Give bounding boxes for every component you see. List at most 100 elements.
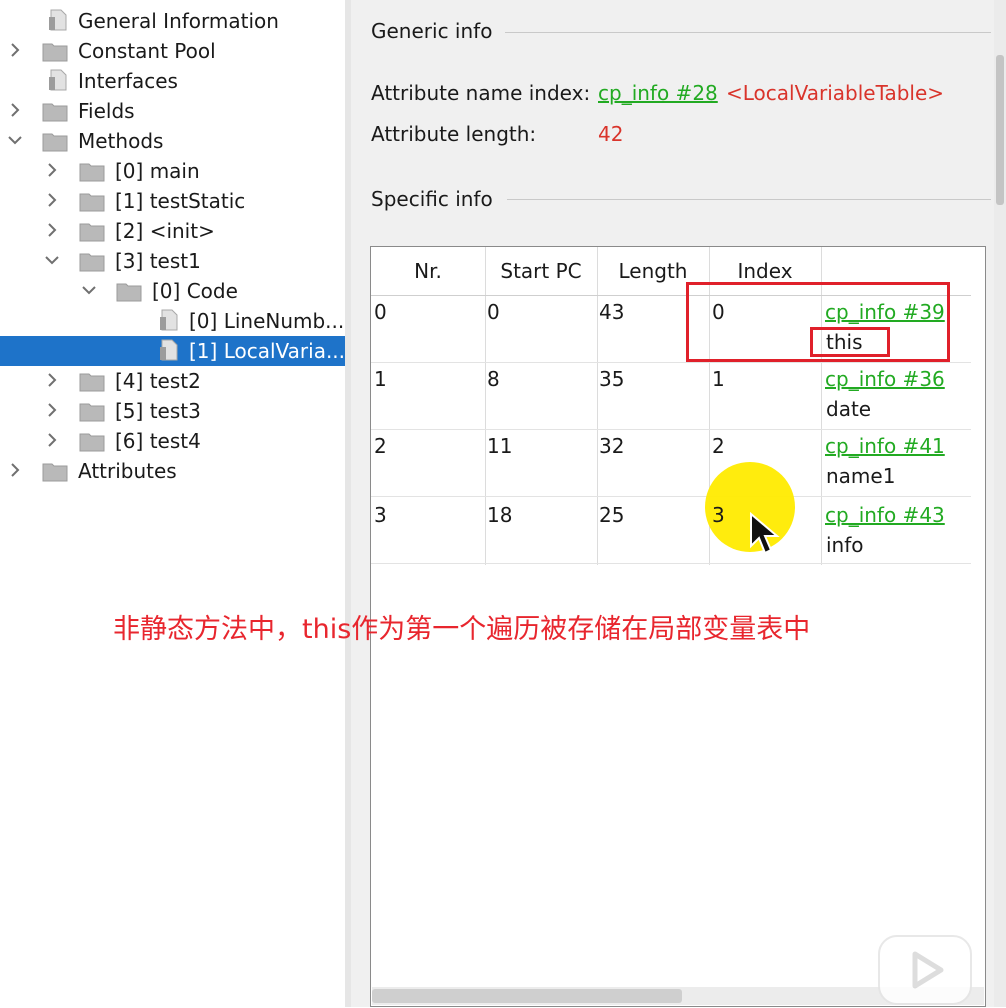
tree-item[interactable]: [5] test3: [0, 396, 345, 426]
column-header-nr[interactable]: Nr.: [371, 247, 485, 295]
folder-icon: [116, 282, 142, 302]
chevron-right-icon[interactable]: [8, 103, 22, 117]
tree-item[interactable]: [0] LineNumb...: [0, 306, 345, 336]
chevron-right-icon[interactable]: [45, 403, 59, 417]
attribute-length-value: 42: [598, 122, 624, 146]
row-divider: [371, 496, 971, 497]
cell-cp-info-link[interactable]: cp_info #36: [825, 367, 945, 391]
folder-icon: [79, 402, 105, 422]
cell-start-pc: 0: [487, 300, 500, 324]
cell-index: 3: [712, 503, 725, 527]
chevron-down-icon[interactable]: [82, 283, 96, 297]
attribute-name-index-link[interactable]: cp_info #28: [598, 81, 718, 105]
cell-variable-name: info: [826, 533, 864, 557]
tree-item-label: Interfaces: [78, 69, 178, 93]
tree-item[interactable]: Interfaces: [0, 66, 345, 96]
cell-nr: 2: [374, 434, 387, 458]
tree-item-label: [0] Code: [152, 279, 238, 303]
chevron-right-icon[interactable]: [45, 373, 59, 387]
cell-length: 25: [599, 503, 625, 527]
tree-item-label: [4] test2: [115, 369, 201, 393]
row-divider: [371, 563, 971, 564]
tree-item[interactable]: [0] Code: [0, 276, 345, 306]
cell-variable-name: date: [826, 397, 872, 421]
specific-info-title: Specific info: [371, 187, 493, 211]
attribute-name-value: <LocalVariableTable>: [726, 81, 945, 105]
file-icon: [46, 69, 68, 91]
tree-item[interactable]: Constant Pool: [0, 36, 345, 66]
tree-item[interactable]: [3] test1: [0, 246, 345, 276]
cell-length: 43: [599, 300, 625, 324]
horizontal-scrollbar-thumb[interactable]: [372, 989, 682, 1003]
attribute-length-label: Attribute length:: [371, 122, 537, 146]
file-icon: [157, 339, 179, 361]
folder-icon: [42, 102, 68, 122]
tree-item[interactable]: General Information: [0, 6, 345, 36]
chevron-right-icon[interactable]: [8, 463, 22, 477]
tree-item-label: [6] test4: [115, 429, 201, 453]
generic-info-divider: [505, 32, 991, 33]
tree-item[interactable]: [1] LocalVaria...: [0, 336, 345, 366]
cell-cp-info-link[interactable]: cp_info #41: [825, 434, 945, 458]
cell-nr: 0: [374, 300, 387, 324]
tree-item[interactable]: [1] testStatic: [0, 186, 345, 216]
cell-start-pc: 18: [487, 503, 513, 527]
tree-item[interactable]: Attributes: [0, 456, 345, 486]
tree-item-label: Methods: [78, 129, 164, 153]
cell-start-pc: 8: [487, 367, 500, 391]
chevron-right-icon[interactable]: [45, 193, 59, 207]
cell-length: 32: [599, 434, 625, 458]
folder-icon: [79, 252, 105, 272]
tree-item[interactable]: [2] <init>: [0, 216, 345, 246]
tree-item[interactable]: [6] test4: [0, 426, 345, 456]
tree-panel: General Information Constant Pool Interfac…: [0, 0, 345, 1007]
tree-item[interactable]: Methods: [0, 126, 345, 156]
folder-icon: [79, 192, 105, 212]
tree-item-label: [2] <init>: [115, 219, 215, 243]
chevron-right-icon[interactable]: [45, 223, 59, 237]
cell-index: 1: [712, 367, 725, 391]
tree-item[interactable]: [0] main: [0, 156, 345, 186]
tree-item[interactable]: Fields: [0, 96, 345, 126]
tree-item[interactable]: [4] test2: [0, 366, 345, 396]
tree-item-label: General Information: [78, 9, 279, 33]
annotation-caption: 非静态方法中，this作为第一个遍历被存储在局部变量表中: [113, 614, 811, 645]
row-divider: [371, 362, 971, 363]
cell-cp-info-link[interactable]: cp_info #43: [825, 503, 945, 527]
cell-variable-name: name1: [826, 464, 896, 488]
attribute-name-index-label: Attribute name index:: [371, 81, 591, 105]
chevron-right-icon[interactable]: [45, 433, 59, 447]
cell-index: 2: [712, 434, 725, 458]
file-icon: [46, 9, 68, 31]
cell-nr: 1: [374, 367, 387, 391]
cell-start-pc: 11: [487, 434, 513, 458]
mouse-cursor-icon: [750, 512, 780, 555]
chevron-right-icon[interactable]: [45, 163, 59, 177]
vertical-scrollbar-thumb[interactable]: [996, 55, 1004, 205]
tree-item-label: [5] test3: [115, 399, 201, 423]
folder-icon: [79, 222, 105, 242]
folder-icon: [42, 42, 68, 62]
chevron-down-icon[interactable]: [45, 253, 59, 267]
tree-item-label: [1] LocalVaria...: [189, 339, 346, 363]
annotation-box-this: [810, 327, 890, 357]
specific-info-divider: [507, 199, 991, 200]
folder-icon: [79, 372, 105, 392]
tree-item-label: [0] LineNumb...: [189, 309, 345, 333]
tree-item-label: [0] main: [115, 159, 200, 183]
folder-icon: [79, 162, 105, 182]
column-header-start-pc[interactable]: Start PC: [485, 247, 597, 295]
tree-item-label: Constant Pool: [78, 39, 216, 63]
tree-item-label: [1] testStatic: [115, 189, 246, 213]
chevron-down-icon[interactable]: [8, 133, 22, 147]
chevron-right-icon[interactable]: [8, 43, 22, 57]
splitter[interactable]: [345, 0, 351, 1007]
row-divider: [371, 429, 971, 430]
file-icon: [157, 309, 179, 331]
tree-item-label: Fields: [78, 99, 135, 123]
tree-item-label: Attributes: [78, 459, 177, 483]
video-play-watermark-icon: [878, 921, 972, 1005]
tree-item-label: [3] test1: [115, 249, 201, 273]
cell-nr: 3: [374, 503, 387, 527]
folder-icon: [42, 132, 68, 152]
